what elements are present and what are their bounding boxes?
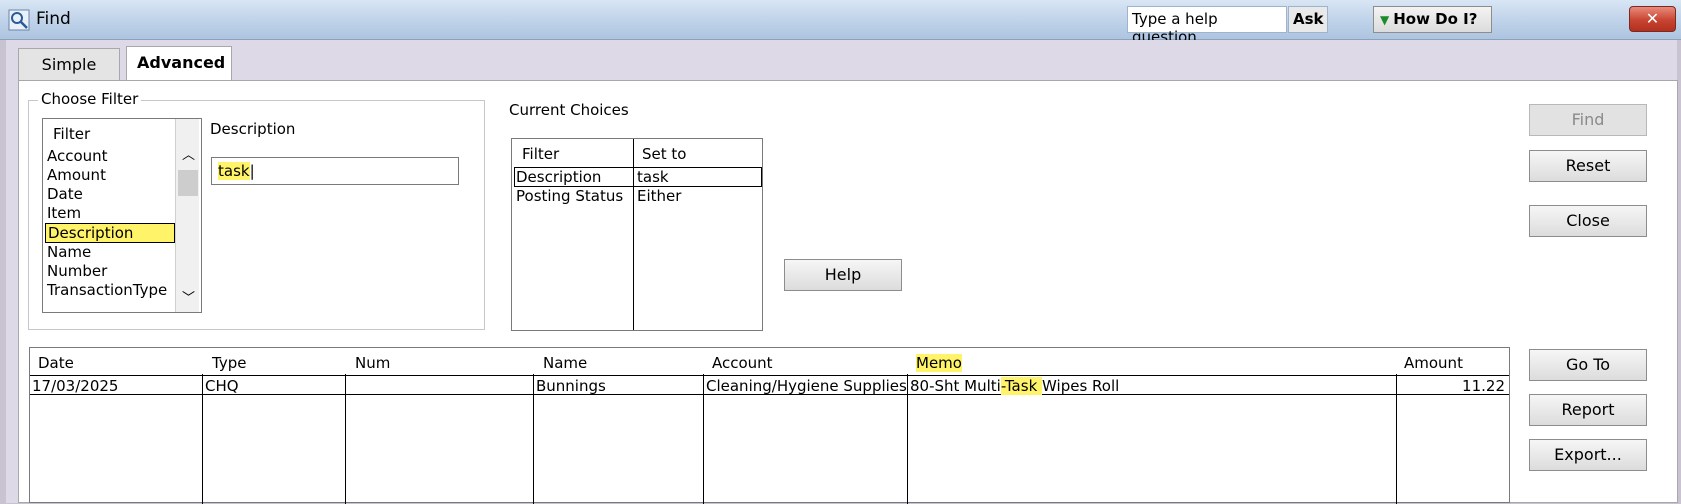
filter-item-item[interactable]: Item <box>47 204 81 222</box>
cell-name: Bunnings <box>536 377 606 395</box>
col-header-filter: Filter <box>522 145 560 163</box>
choose-filter-legend: Choose Filter <box>38 90 142 108</box>
how-do-i-button[interactable]: ▼ How Do I? <box>1373 6 1492 33</box>
column-divider <box>202 374 203 504</box>
memo-text: 80-Sht Multi <box>910 377 1001 395</box>
filter-list-header: Filter <box>53 125 91 143</box>
column-divider <box>907 374 908 504</box>
col-header-num[interactable]: Num <box>355 354 390 372</box>
col-header-account[interactable]: Account <box>712 354 773 372</box>
column-divider <box>345 374 346 504</box>
filter-item-description[interactable]: Description <box>45 223 175 243</box>
tab-simple[interactable]: Simple <box>18 48 120 81</box>
chevron-down-icon[interactable]: ﹀ <box>182 287 195 306</box>
cell-account: Cleaning/Hygiene Supplies <box>706 377 907 395</box>
memo-match-highlight: -Task <box>1000 377 1043 395</box>
close-button[interactable]: Close <box>1529 205 1647 237</box>
col-header-amount[interactable]: Amount <box>1404 354 1463 372</box>
how-do-i-label: How Do I? <box>1393 10 1478 28</box>
filter-item-name[interactable]: Name <box>47 243 91 261</box>
export-button[interactable]: Export... <box>1529 439 1647 471</box>
col-header-memo[interactable]: Memo <box>916 354 962 372</box>
filter-item-account[interactable]: Account <box>47 147 108 165</box>
column-divider <box>1396 374 1397 504</box>
current-choices-table[interactable]: Filter Set to Description task Posting S… <box>511 138 763 331</box>
col-header-type[interactable]: Type <box>212 354 246 372</box>
cell-memo: 80-Sht Multi-Task Wipes Roll <box>910 377 1119 395</box>
find-button[interactable]: Find <box>1529 104 1647 136</box>
col-header-name[interactable]: Name <box>543 354 587 372</box>
triangle-down-icon: ▼ <box>1380 13 1390 27</box>
column-divider <box>533 374 534 504</box>
filter-item-transactiontype[interactable]: TransactionType <box>47 281 167 299</box>
current-choices-label: Current Choices <box>509 101 629 119</box>
choice-row-set-to[interactable]: task <box>637 168 669 186</box>
memo-text: Wipes Roll <box>1042 377 1120 395</box>
help-question-input[interactable]: Type a help question <box>1127 6 1287 46</box>
description-input-value: task <box>218 162 250 180</box>
column-divider <box>703 374 704 504</box>
go-to-button[interactable]: Go To <box>1529 349 1647 381</box>
filter-item-date[interactable]: Date <box>47 185 83 203</box>
choice-row-set-to[interactable]: Either <box>637 187 681 205</box>
filter-item-number[interactable]: Number <box>47 262 107 280</box>
cell-type: CHQ <box>205 377 239 395</box>
filter-item-amount[interactable]: Amount <box>47 166 106 184</box>
window-close-button[interactable]: ✕ <box>1629 6 1676 32</box>
title-bar: Find Type a help question Ask ▼ How Do I?… <box>0 0 1681 46</box>
find-magnifier-icon <box>8 9 30 31</box>
report-button[interactable]: Report <box>1529 394 1647 426</box>
col-header-date[interactable]: Date <box>38 354 74 372</box>
results-table[interactable]: Date Type Num Name Account Memo Amount 1… <box>29 347 1510 504</box>
reset-button[interactable]: Reset <box>1529 150 1647 182</box>
ask-button[interactable]: Ask <box>1288 6 1328 33</box>
filter-list-scrollbar[interactable]: ︿ ﹀ <box>175 119 199 312</box>
description-input[interactable]: task| <box>211 157 459 185</box>
description-label: Description <box>210 120 296 138</box>
col-header-set-to: Set to <box>642 145 687 163</box>
choice-row-filter[interactable]: Description <box>516 168 601 186</box>
tab-advanced[interactable]: Advanced <box>126 46 232 81</box>
scrollbar-thumb[interactable] <box>178 170 198 196</box>
chevron-up-icon[interactable]: ︿ <box>182 144 195 163</box>
cell-amount: 11.22 <box>1462 377 1505 395</box>
help-button[interactable]: Help <box>784 259 902 291</box>
window-title: Find <box>36 9 71 29</box>
cell-date: 17/03/2025 <box>32 377 119 395</box>
choice-row-filter[interactable]: Posting Status <box>516 187 623 205</box>
